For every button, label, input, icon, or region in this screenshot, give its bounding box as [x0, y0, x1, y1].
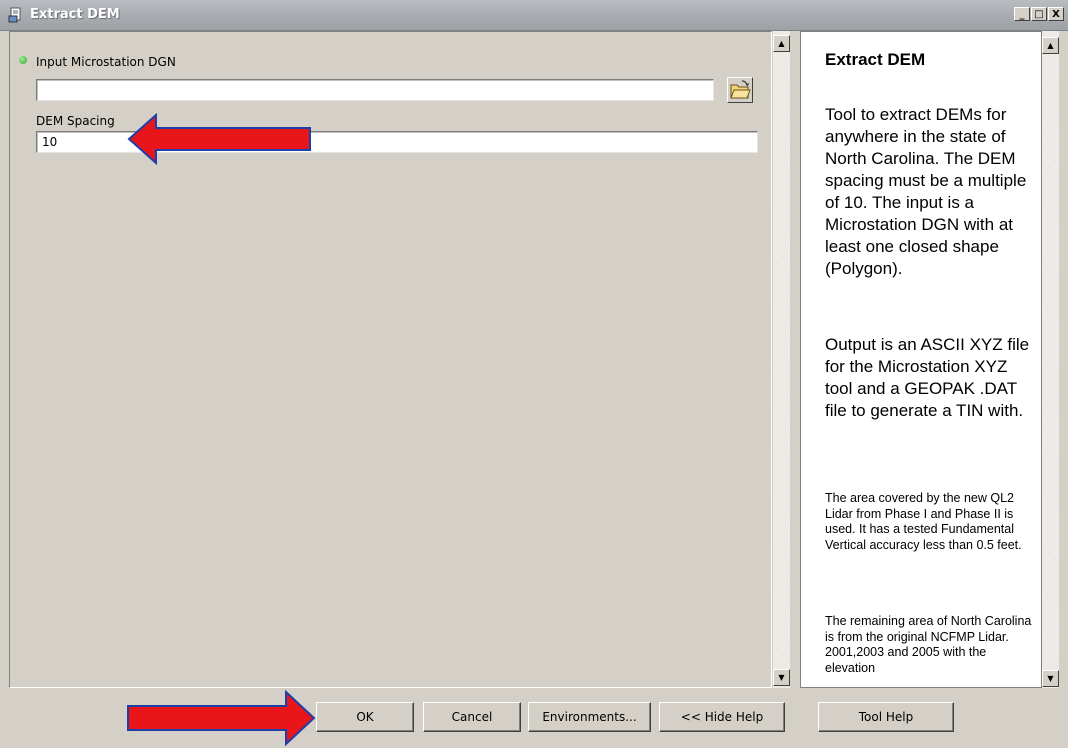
hide-help-button[interactable]: << Hide Help: [659, 702, 785, 732]
tool-help-button[interactable]: Tool Help: [818, 702, 954, 732]
minimize-button[interactable]: _: [1014, 7, 1030, 21]
help-paragraph-2: Output is an ASCII XYZ file for the Micr…: [825, 335, 1030, 420]
ok-button[interactable]: OK: [316, 702, 414, 732]
help-paragraph-4: The remaining area of North Carolina is …: [825, 614, 1032, 675]
environments-button[interactable]: Environments...: [528, 702, 651, 732]
window-frame-right: [1059, 31, 1068, 688]
maximize-button[interactable]: □: [1031, 7, 1047, 21]
help-paragraph-3: The area covered by the new QL2 Lidar fr…: [825, 491, 1022, 552]
parameters-panel: [9, 31, 772, 688]
input-dgn-label: Input Microstation DGN: [36, 55, 176, 69]
right-arrow-annotation-icon: [127, 690, 316, 746]
help-scroll-down-button[interactable]: ▼: [1042, 670, 1059, 687]
parameters-scrollbar[interactable]: ▲ ▼: [773, 31, 790, 688]
open-folder-icon: [730, 80, 751, 99]
scroll-down-button[interactable]: ▼: [773, 669, 790, 686]
help-scrollbar[interactable]: ▲ ▼: [1042, 31, 1059, 688]
dem-spacing-label: DEM Spacing: [36, 114, 115, 128]
help-panel: Extract DEM Tool to extract DEMs for any…: [800, 31, 1042, 688]
close-button[interactable]: X: [1048, 7, 1064, 21]
input-dgn-field[interactable]: [36, 79, 714, 101]
help-title: Extract DEM: [825, 50, 926, 69]
tool-app-icon: [8, 7, 21, 23]
scroll-up-button[interactable]: ▲: [773, 35, 790, 52]
window-frame-left: [0, 31, 9, 688]
panel-splitter[interactable]: [790, 31, 800, 688]
browse-button[interactable]: [727, 77, 753, 103]
required-parameter-icon: [19, 56, 27, 64]
help-paragraph-1: Tool to extract DEMs for anywhere in the…: [825, 105, 1027, 278]
left-arrow-annotation-icon: [127, 113, 311, 165]
window-title: Extract DEM: [30, 7, 120, 22]
cancel-button[interactable]: Cancel: [423, 702, 521, 732]
help-scroll-up-button[interactable]: ▲: [1042, 37, 1059, 54]
title-bar[interactable]: Extract DEM _ □ X: [0, 0, 1068, 31]
